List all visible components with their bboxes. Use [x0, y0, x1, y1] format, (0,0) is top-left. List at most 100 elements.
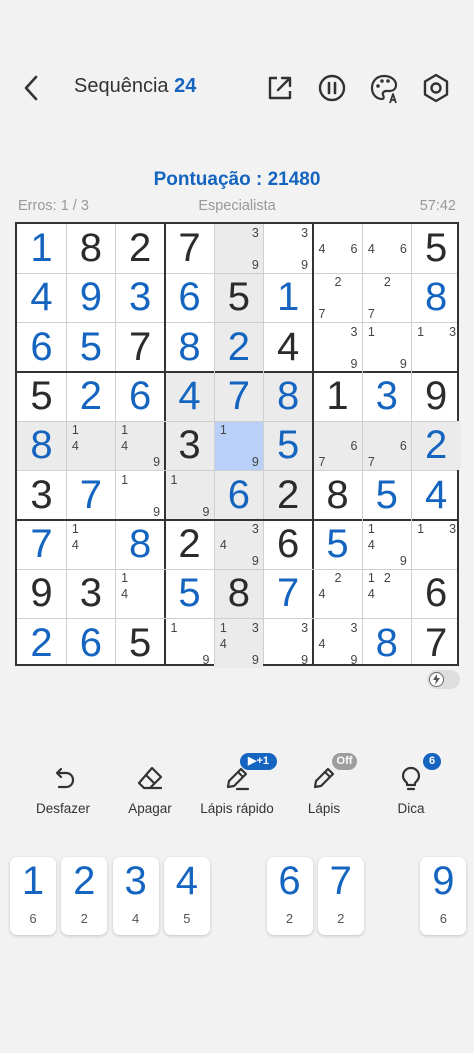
sudoku-cell[interactable]: 46	[313, 224, 362, 273]
sudoku-cell[interactable]: 8	[214, 569, 264, 619]
sudoku-cell[interactable]: 67	[312, 421, 362, 471]
sudoku-cell[interactable]: 124	[362, 569, 411, 618]
sudoku-cell[interactable]: 4	[164, 371, 214, 421]
sudoku-cell[interactable]: 1	[264, 273, 313, 322]
sudoku-cell[interactable]: 8	[412, 273, 461, 322]
number-key-1[interactable]: 16	[10, 857, 56, 935]
sudoku-cell[interactable]: 3	[17, 471, 66, 520]
sudoku-cell[interactable]: 7	[17, 520, 66, 569]
sudoku-cell[interactable]: 24	[313, 569, 362, 618]
sudoku-cell[interactable]: 2	[17, 619, 66, 668]
sudoku-cell[interactable]: 7	[116, 323, 165, 372]
sudoku-cell[interactable]: 5	[313, 520, 362, 569]
sudoku-cell[interactable]: 5	[214, 273, 264, 323]
theme-palette-icon[interactable]	[366, 70, 402, 106]
sudoku-cell[interactable]: 46	[362, 224, 411, 273]
sudoku-cell[interactable]: 19	[362, 323, 411, 372]
sudoku-cell[interactable]: 7	[165, 224, 214, 273]
sudoku-cell[interactable]: 5	[116, 619, 165, 668]
sudoku-cell[interactable]: 2	[165, 520, 214, 569]
sudoku-cell[interactable]: 1 3 4 9	[214, 618, 264, 668]
sudoku-cell[interactable]: 5	[17, 372, 66, 421]
sudoku-cell[interactable]: 3	[66, 569, 115, 618]
sudoku-cell[interactable]: 14 9	[115, 421, 165, 471]
quick-pencil-button[interactable]: ▶+1 Lápis rápido	[190, 753, 284, 820]
sudoku-cell[interactable]: 6	[116, 372, 165, 421]
sudoku-cell[interactable]: 14	[66, 520, 115, 569]
pause-icon[interactable]	[314, 70, 350, 106]
sudoku-cell[interactable]: 6	[264, 520, 313, 569]
sudoku-cell[interactable]: 8	[17, 421, 66, 471]
undo-button[interactable]: Desfazer	[16, 760, 110, 820]
sudoku-cell[interactable]: 5	[263, 421, 313, 471]
sudoku-cell[interactable]: 4	[412, 471, 461, 520]
settings-gear-icon[interactable]	[418, 70, 454, 106]
sudoku-cell[interactable]: 5	[66, 323, 115, 372]
entered-digit: 6	[227, 472, 250, 517]
sudoku-cell[interactable]: 2	[66, 372, 115, 421]
sudoku-cell[interactable]: 8	[362, 619, 411, 668]
sudoku-cell[interactable]: 19	[164, 470, 214, 520]
sudoku-cell[interactable]: 6	[214, 470, 264, 520]
sudoku-cell[interactable]: 3	[164, 421, 214, 471]
sudoku-cell[interactable]: 6	[66, 619, 115, 668]
sudoku-cell[interactable]: 39	[214, 224, 264, 273]
number-key-9[interactable]: 96	[420, 857, 467, 935]
sudoku-cell[interactable]: 6	[17, 323, 66, 372]
sudoku-cell[interactable]: 13	[412, 323, 461, 372]
sudoku-cell[interactable]: 67	[362, 421, 412, 471]
sudoku-cell[interactable]: 39	[313, 323, 362, 372]
sudoku-cell[interactable]: 8	[263, 371, 313, 421]
sudoku-cell[interactable]: 1	[313, 372, 362, 421]
pencil-button[interactable]: Off Lápis	[277, 753, 371, 820]
sudoku-cell[interactable]: 2	[116, 224, 165, 273]
sudoku-cell[interactable]: 14 9	[362, 520, 411, 569]
sudoku-cell[interactable]: 9	[17, 569, 66, 618]
sudoku-cell[interactable]: 27	[313, 273, 362, 322]
number-key-2[interactable]: 22	[61, 857, 108, 935]
share-icon[interactable]	[262, 70, 298, 106]
sudoku-cell[interactable]: 14	[116, 569, 165, 618]
erase-button[interactable]: Apagar	[103, 760, 197, 820]
sudoku-cell[interactable]: 9	[412, 372, 461, 421]
sudoku-cell[interactable]: 19	[116, 471, 165, 520]
sudoku-cell[interactable]: 2	[263, 470, 313, 520]
sudoku-cell[interactable]: 19	[165, 619, 214, 668]
sudoku-cell[interactable]: 19	[214, 421, 264, 471]
sudoku-cell[interactable]: 3	[362, 372, 411, 421]
sudoku-cell[interactable]: 8	[313, 471, 362, 520]
sudoku-cell[interactable]: 5	[165, 569, 214, 618]
lightning-mode-toggle[interactable]	[427, 670, 460, 689]
sudoku-cell[interactable]: 39	[264, 619, 313, 668]
sudoku-cell[interactable]: 3 4 9	[214, 519, 264, 569]
sudoku-cell[interactable]: 7	[264, 569, 313, 618]
back-icon[interactable]	[18, 72, 46, 104]
sudoku-cell[interactable]: 8	[165, 323, 214, 372]
sudoku-cell[interactable]: 3 4 9	[313, 619, 362, 668]
sudoku-cell[interactable]: 14	[66, 421, 116, 471]
sudoku-cell[interactable]: 6	[165, 273, 214, 322]
sudoku-cell[interactable]: 9	[66, 273, 115, 322]
sudoku-cell[interactable]: 4	[17, 273, 66, 322]
sudoku-cell[interactable]: 13	[412, 520, 461, 569]
sudoku-cell[interactable]: 6	[412, 569, 461, 618]
sudoku-cell[interactable]: 7	[66, 471, 115, 520]
sudoku-cell[interactable]: 4	[264, 323, 313, 372]
hint-button[interactable]: 6 Dica	[364, 753, 458, 820]
sudoku-cell[interactable]: 5	[362, 471, 411, 520]
sudoku-cell[interactable]: 5	[412, 224, 461, 273]
sudoku-cell[interactable]: 2	[411, 421, 461, 471]
number-key-7[interactable]: 72	[317, 857, 364, 935]
sudoku-cell[interactable]: 2	[214, 322, 264, 372]
sudoku-cell[interactable]: 39	[264, 224, 313, 273]
number-key-6[interactable]: 62	[266, 857, 313, 935]
sudoku-cell[interactable]: 7	[412, 619, 461, 668]
sudoku-cell[interactable]: 8	[116, 520, 165, 569]
sudoku-cell[interactable]: 1	[17, 224, 66, 273]
sudoku-cell[interactable]: 7	[214, 371, 264, 421]
sudoku-cell[interactable]: 3	[116, 273, 165, 322]
sudoku-cell[interactable]: 27	[362, 273, 411, 322]
number-key-3[interactable]: 34	[112, 857, 159, 935]
number-key-4[interactable]: 45	[163, 857, 210, 935]
sudoku-cell[interactable]: 8	[66, 224, 115, 273]
